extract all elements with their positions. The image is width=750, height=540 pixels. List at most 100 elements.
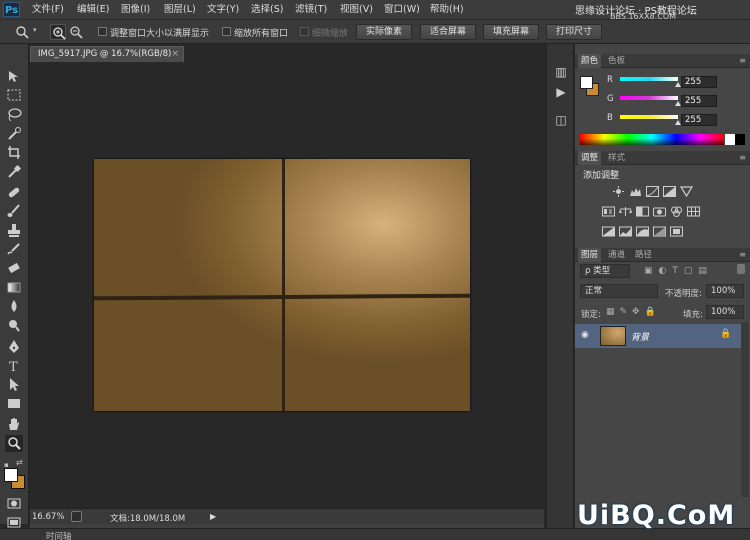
hue-saturation-icon[interactable] <box>602 206 615 217</box>
eraser-tool-icon[interactable] <box>5 260 23 277</box>
status-menu-arrow-icon[interactable]: ▶ <box>210 512 216 521</box>
zoom-all-windows-checkbox[interactable] <box>222 27 231 36</box>
brush-tool-icon[interactable] <box>5 203 23 220</box>
channel-g-slider[interactable] <box>620 96 678 100</box>
crop-tool-icon[interactable] <box>5 144 23 161</box>
clone-stamp-tool-icon[interactable] <box>5 222 23 239</box>
menu-layer[interactable]: 图层(L) <box>164 3 196 17</box>
menu-help[interactable]: 帮助(H) <box>430 3 464 17</box>
curves-icon[interactable] <box>646 186 659 197</box>
tab-layers[interactable]: 图层 <box>578 248 602 262</box>
fill-screen-button[interactable]: 填充屏幕 <box>483 24 539 40</box>
tab-adjustments[interactable]: 调整 <box>578 151 602 165</box>
color-spectrum-ramp[interactable] <box>580 134 724 145</box>
history-panel-icon[interactable]: ▥ <box>553 64 569 80</box>
properties-panel-icon[interactable]: ◫ <box>553 112 569 128</box>
quick-mask-icon[interactable] <box>5 495 23 512</box>
pen-tool-icon[interactable] <box>5 338 23 355</box>
actual-pixels-button[interactable]: 实际像素 <box>356 24 412 40</box>
move-tool-icon[interactable] <box>5 68 23 85</box>
document-tab[interactable]: IMG_5917.JPG @ 16.7%(RGB/8) × <box>30 46 184 62</box>
rectangle-tool-icon[interactable] <box>5 395 23 412</box>
exposure-icon[interactable] <box>663 186 676 197</box>
brightness-contrast-icon[interactable] <box>612 186 625 197</box>
hand-tool-icon[interactable] <box>5 416 23 433</box>
color-lookup-icon[interactable] <box>687 206 700 217</box>
blend-mode-dropdown[interactable]: 正常 <box>580 284 658 298</box>
channel-r-input[interactable]: 255 <box>681 76 717 88</box>
document-image[interactable] <box>94 159 470 411</box>
tab-channels[interactable]: 通道 <box>605 248 628 262</box>
black-white-icon[interactable] <box>636 206 649 217</box>
menu-edit[interactable]: 编辑(E) <box>77 3 109 17</box>
status-icon[interactable] <box>71 511 82 522</box>
tab-color[interactable]: 颜色 <box>578 54 602 68</box>
menu-type[interactable]: 文字(Y) <box>207 3 239 17</box>
color-panel-foreground-swatch[interactable] <box>580 76 593 89</box>
channel-b-input[interactable]: 255 <box>681 114 717 126</box>
gradient-tool-icon[interactable] <box>5 279 23 296</box>
threshold-icon[interactable] <box>636 226 649 237</box>
menu-file[interactable]: 文件(F) <box>32 3 64 17</box>
tab-styles[interactable]: 样式 <box>605 151 628 165</box>
levels-icon[interactable] <box>629 186 642 197</box>
zoom-out-icon[interactable] <box>68 24 84 40</box>
fit-screen-button[interactable]: 适合屏幕 <box>420 24 476 40</box>
layers-scrollbar[interactable] <box>741 322 749 497</box>
menu-filter[interactable]: 滤镜(T) <box>295 3 327 17</box>
color-balance-icon[interactable] <box>619 206 632 217</box>
layer-filter-kind-dropdown[interactable]: ρ 类型 <box>580 264 630 278</box>
path-selection-tool-icon[interactable] <box>5 376 23 393</box>
dodge-tool-icon[interactable] <box>5 317 23 334</box>
lasso-tool-icon[interactable] <box>5 106 23 123</box>
menu-window[interactable]: 窗口(W) <box>384 3 420 17</box>
blur-tool-icon[interactable] <box>5 298 23 315</box>
panel-menu-icon[interactable]: ≡ <box>739 151 746 165</box>
quick-selection-tool-icon[interactable] <box>5 125 23 142</box>
zoom-level[interactable]: 16.67% <box>32 512 64 522</box>
eyedropper-tool-icon[interactable] <box>5 163 23 180</box>
type-tool-icon[interactable]: T <box>5 357 23 375</box>
selective-color-icon[interactable] <box>670 226 683 237</box>
foreground-color-swatch[interactable] <box>4 468 18 482</box>
layer-filter-icons[interactable]: ▣◐T▢▤ <box>644 266 713 276</box>
zoom-tool-icon[interactable] <box>5 435 23 452</box>
swap-colors-icon[interactable]: ⇄ <box>16 458 23 467</box>
zoom-tool-preset-icon[interactable] <box>14 24 30 40</box>
channel-mixer-icon[interactable] <box>670 206 683 217</box>
posterize-icon[interactable] <box>619 226 632 237</box>
layer-visibility-eye-icon[interactable]: ◉ <box>581 330 589 340</box>
print-size-button[interactable]: 打印尺寸 <box>546 24 602 40</box>
layer-name[interactable]: 背景 <box>631 330 649 343</box>
tab-paths[interactable]: 路径 <box>632 248 655 262</box>
gradient-map-icon[interactable] <box>653 226 666 237</box>
lock-options-icons[interactable]: ▦✎✥🔒 <box>606 307 661 317</box>
channel-g-input[interactable]: 255 <box>681 95 717 107</box>
preset-dropdown-arrow-icon[interactable]: ▾ <box>33 26 37 34</box>
zoom-in-icon[interactable] <box>50 24 66 40</box>
layer-filter-toggle[interactable] <box>737 264 745 274</box>
scrubby-zoom-checkbox[interactable] <box>300 27 309 36</box>
black-white-ramp[interactable] <box>725 134 745 145</box>
photo-filter-icon[interactable] <box>653 206 666 217</box>
menu-image[interactable]: 图像(I) <box>121 3 150 17</box>
close-icon[interactable]: × <box>171 47 179 62</box>
panel-menu-icon[interactable]: ≡ <box>739 54 746 68</box>
menu-select[interactable]: 选择(S) <box>251 3 283 17</box>
tab-swatches[interactable]: 色板 <box>605 54 628 68</box>
channel-b-slider[interactable] <box>620 115 678 119</box>
timeline-label[interactable]: 时间轴 <box>46 530 72 540</box>
history-brush-tool-icon[interactable] <box>5 241 23 258</box>
panel-menu-icon[interactable]: ≡ <box>739 248 746 262</box>
vibrance-icon[interactable] <box>679 186 694 198</box>
layer-item-background[interactable]: ◉ 背景 🔒 <box>575 324 741 348</box>
marquee-tool-icon[interactable] <box>5 87 23 104</box>
menu-view[interactable]: 视图(V) <box>340 3 373 17</box>
fill-input[interactable]: 100% <box>706 305 744 319</box>
resize-windows-checkbox[interactable] <box>98 27 107 36</box>
invert-icon[interactable] <box>602 226 615 237</box>
actions-panel-icon[interactable]: ▶ <box>553 84 569 100</box>
healing-brush-tool-icon[interactable] <box>5 184 23 201</box>
channel-r-slider[interactable] <box>620 77 678 81</box>
opacity-input[interactable]: 100% <box>706 284 744 298</box>
